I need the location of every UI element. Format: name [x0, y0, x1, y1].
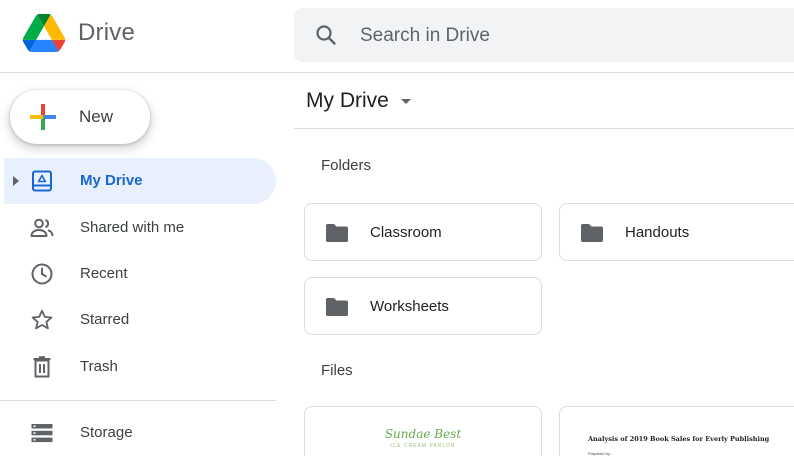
page-title: My Drive	[306, 89, 389, 112]
sidebar-item-label: My Drive	[80, 172, 143, 189]
new-button-label: New	[79, 107, 114, 126]
sidebar-divider	[0, 400, 276, 401]
folder-name: Worksheets	[370, 298, 449, 315]
expand-caret-icon[interactable]	[13, 176, 19, 186]
search-icon[interactable]	[314, 23, 338, 47]
star-icon	[31, 309, 53, 330]
sidebar-item-starred[interactable]: Starred	[4, 297, 276, 343]
folder-name: Classroom	[370, 224, 442, 241]
folder-card-worksheets[interactable]: Worksheets	[304, 277, 542, 335]
new-button[interactable]: New	[10, 90, 150, 144]
folder-icon	[326, 298, 348, 316]
page-title-dropdown[interactable]: My Drive	[306, 89, 411, 113]
drive-logo[interactable]: Drive	[22, 14, 135, 52]
header-divider	[0, 72, 794, 73]
plus-icon	[30, 104, 56, 130]
sidebar-item-storage[interactable]: Storage	[4, 410, 276, 456]
files-heading: Files	[321, 362, 353, 379]
sidebar-item-label: Storage	[80, 424, 133, 441]
folder-icon	[581, 224, 603, 242]
file-preview-subtitle: ICE CREAM PARLOR	[390, 443, 456, 449]
sidebar-item-label: Starred	[80, 311, 130, 328]
folder-icon	[326, 224, 348, 242]
sidebar-item-label: Recent	[80, 265, 128, 282]
file-preview-title: Sundae Best	[384, 427, 462, 441]
my-drive-icon	[32, 170, 52, 192]
sidebar-item-label: Shared with me	[80, 219, 185, 236]
folder-card-classroom[interactable]: Classroom	[304, 203, 542, 261]
trash-icon	[33, 356, 51, 378]
search-bar[interactable]: Search in Drive	[294, 8, 794, 62]
app-name: Drive	[78, 19, 136, 46]
search-input[interactable]: Search in Drive	[360, 25, 490, 47]
sidebar-item-trash[interactable]: Trash	[4, 344, 276, 390]
drive-logo-icon	[22, 14, 66, 52]
storage-icon	[31, 424, 53, 443]
folder-name: Handouts	[625, 224, 690, 241]
folder-card-handouts[interactable]: Handouts	[559, 203, 794, 261]
file-card-book-sales-analysis[interactable]: Analysis of 2019 Book Sales for Everly P…	[559, 406, 794, 456]
sidebar-item-recent[interactable]: Recent	[4, 251, 276, 297]
shared-icon	[30, 218, 54, 237]
chevron-down-icon	[400, 98, 411, 104]
sidebar-item-my-drive[interactable]: My Drive	[4, 158, 276, 204]
folders-heading: Folders	[321, 157, 372, 174]
main-divider	[294, 128, 794, 129]
file-preview-subtitle: Prepared by:	[588, 451, 611, 456]
file-card-sundae-best[interactable]: Sundae Best ICE CREAM PARLOR	[304, 406, 542, 456]
clock-icon	[31, 263, 53, 285]
file-preview-title: Analysis of 2019 Book Sales for Everly P…	[588, 435, 770, 443]
sidebar-item-shared-with-me[interactable]: Shared with me	[4, 205, 276, 251]
sidebar-item-label: Trash	[80, 358, 118, 375]
